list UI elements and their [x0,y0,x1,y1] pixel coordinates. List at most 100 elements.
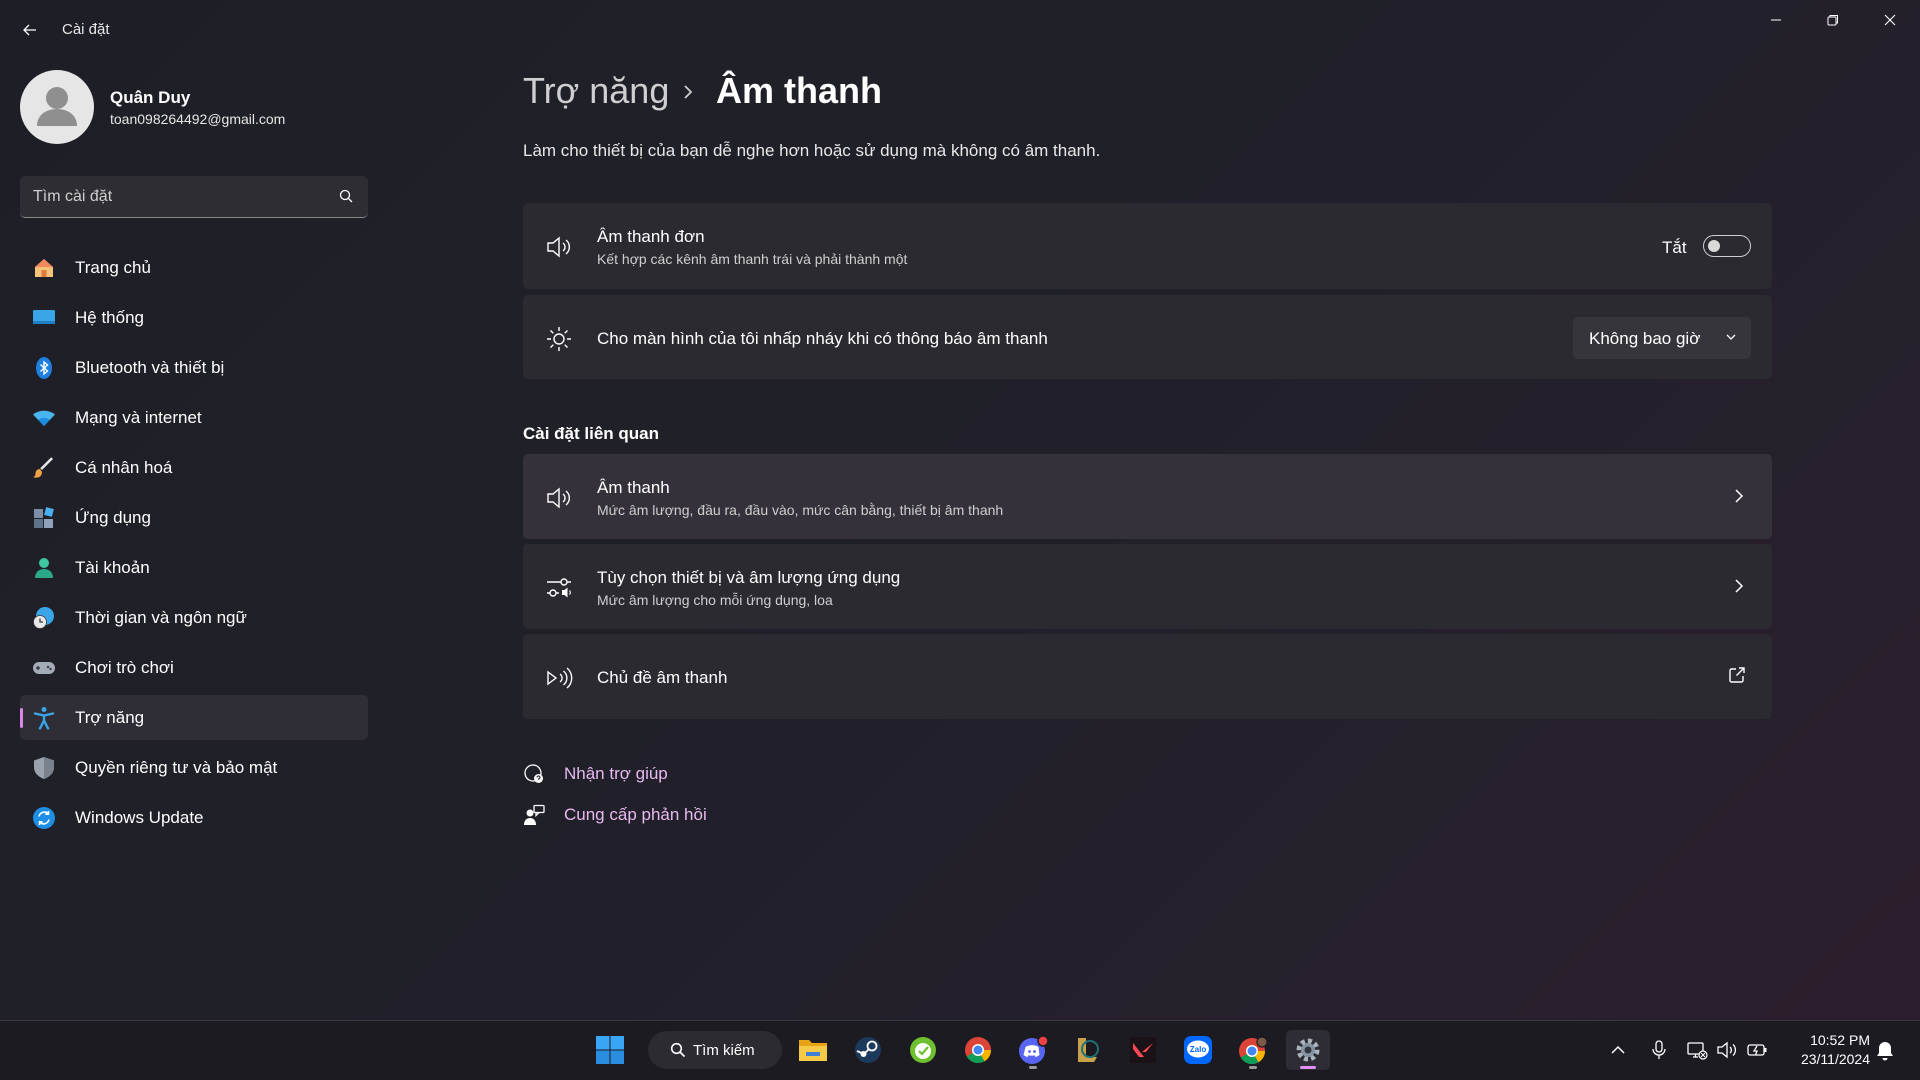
home-icon [35,259,53,277]
chevron-right-icon [1735,489,1744,503]
profile-name: Quân Duy [110,88,191,107]
chrome-profile-icon [1239,1036,1268,1065]
chevron-down-icon [1726,334,1736,340]
taskbar-league[interactable] [1066,1030,1110,1070]
microphone-icon[interactable] [1648,1039,1670,1061]
mono-audio-title: Âm thanh đơn [597,227,705,246]
brightness-icon [547,327,571,351]
battery-icon[interactable] [1746,1039,1768,1061]
give-feedback-label: Cung cấp phản hồi [564,805,707,824]
notification-bell-icon[interactable] [1874,1040,1896,1062]
clock[interactable]: 10:52 PM 23/11/2024 [1780,1031,1870,1069]
flash-screen-card: Cho màn hình của tôi nhấp nháy khi có th… [523,295,1772,379]
gamepad-icon [33,662,55,674]
taskbar-zalo[interactable]: Zalo [1176,1030,1220,1070]
sidebar-item-label: Cá nhân hoá [75,458,173,477]
minimize-button[interactable] [1756,8,1796,32]
profile-email: toan098264492@gmail.com [110,111,286,127]
sidebar-item-bluetooth[interactable]: Bluetooth và thiết bị [20,345,368,390]
related-volume-mixer-subtitle: Mức âm lượng cho mỗi ứng dụng, loa [597,592,833,608]
clock-date: 23/11/2024 [1800,1051,1870,1067]
sidebar-item-label: Trợ năng [75,708,145,727]
sidebar-item-windows-update[interactable]: Windows Update [20,795,368,840]
external-link-icon [1729,667,1745,683]
sidebar-item-label: Chơi trò chơi [75,658,174,677]
page-title: Âm thanh [716,70,882,111]
breadcrumb-parent[interactable]: Trợ năng [523,70,669,112]
mono-audio-toggle[interactable] [1703,235,1751,257]
bluetooth-icon [36,357,52,379]
page-description: Làm cho thiết bị của bạn dễ nghe hơn hoặ… [523,141,1101,160]
taskbar-chrome-profile[interactable] [1231,1030,1275,1070]
settings-window: Cài đặt Quân Duy toan098264492@gmail.com… [0,0,1920,1020]
minimize-icon [1771,19,1781,21]
title-bar: Cài đặt [0,0,1920,60]
sidebar-item-system[interactable]: Hệ thống [20,295,368,340]
taskbar-search[interactable]: Tìm kiếm [648,1031,782,1069]
taskbar-steam[interactable] [846,1030,890,1070]
sidebar-item-network[interactable]: Mạng và internet [20,395,368,440]
svg-text:Zalo: Zalo [1190,1045,1207,1054]
taskbar: Tìm kiếm Zalo 10:52 PM 23/11/2024 [0,1020,1920,1080]
dropdown-value: Không bao giờ [1589,329,1701,348]
system-icon [33,310,55,324]
taskbar-settings[interactable] [1286,1030,1330,1070]
sidebar-item-personalization[interactable]: Cá nhân hoá [20,445,368,490]
related-sound-card[interactable]: Âm thanh Mức âm lượng, đầu ra, đầu vào, … [523,454,1772,539]
related-sound-theme-title: Chủ đề âm thanh [597,668,728,687]
active-indicator [1300,1066,1316,1069]
sidebar-item-time-language[interactable]: Thời gian và ngôn ngữ [20,595,368,640]
sidebar-item-label: Mạng và internet [75,408,202,427]
taskbar-valorant[interactable] [1121,1030,1165,1070]
search-icon [670,1042,686,1058]
help-chat-icon [524,764,543,783]
valorant-icon [1130,1037,1156,1063]
taskbar-chrome[interactable] [956,1030,1000,1070]
back-button[interactable] [18,18,42,42]
restore-button[interactable] [1813,8,1853,32]
network-icon[interactable] [1686,1039,1708,1061]
user-profile[interactable]: Quân Duy toan098264492@gmail.com [20,70,360,146]
apps-icon [34,507,54,528]
get-help-label: Nhận trợ giúp [564,764,668,783]
close-button[interactable] [1870,8,1910,32]
user-avatar-icon [37,87,77,126]
chevron-right-icon [684,85,693,99]
sidebar-item-accounts[interactable]: Tài khoản [20,545,368,590]
close-icon [1884,14,1896,26]
related-sound-theme-card[interactable]: Chủ đề âm thanh [523,634,1772,719]
taskbar-file-explorer[interactable] [791,1030,835,1070]
sound-theme-icon [547,667,573,689]
related-sound-subtitle: Mức âm lượng, đầu ra, đầu vào, mức cân b… [597,502,1004,518]
league-icon [1078,1038,1099,1062]
search-input[interactable] [20,176,335,218]
taskbar-discord[interactable] [1011,1030,1055,1070]
discord-icon [1019,1035,1049,1064]
account-icon [35,558,53,578]
related-volume-mixer-card[interactable]: Tùy chọn thiết bị và âm lượng ứng dụng M… [523,544,1772,629]
shield-icon [34,757,54,779]
mono-audio-card: Âm thanh đơn Kết hợp các kênh âm thanh t… [523,203,1772,289]
sidebar-item-privacy[interactable]: Quyền riêng tư và bảo mật [20,745,368,790]
flash-screen-title: Cho màn hình của tôi nhấp nháy khi có th… [597,329,1048,348]
sidebar-item-accessibility[interactable]: Trợ năng [20,695,368,740]
sidebar-item-label: Bluetooth và thiết bị [75,358,225,377]
start-button[interactable] [588,1030,632,1070]
chevron-right-icon [1735,579,1744,593]
zalo-icon: Zalo [1184,1036,1212,1064]
flash-screen-dropdown[interactable]: Không bao giờ [1573,317,1751,359]
volume-icon[interactable] [1716,1039,1738,1061]
settings-search [20,176,368,218]
taskbar-app-green[interactable] [901,1030,945,1070]
sidebar-item-label: Hệ thống [75,308,144,327]
restore-icon [1827,15,1838,26]
chevron-up-icon[interactable] [1607,1039,1629,1061]
sidebar-item-home[interactable]: Trang chủ [20,245,368,290]
toggle-state-label: Tắt [1662,238,1687,257]
mono-audio-subtitle: Kết hợp các kênh âm thanh trái và phải t… [597,251,908,267]
search-icon[interactable] [338,188,354,204]
sidebar-item-apps[interactable]: Ứng dụng [20,495,368,540]
sidebar-item-gaming[interactable]: Chơi trò chơi [20,645,368,690]
wifi-icon [33,410,55,426]
settings-icon [1296,1038,1320,1062]
